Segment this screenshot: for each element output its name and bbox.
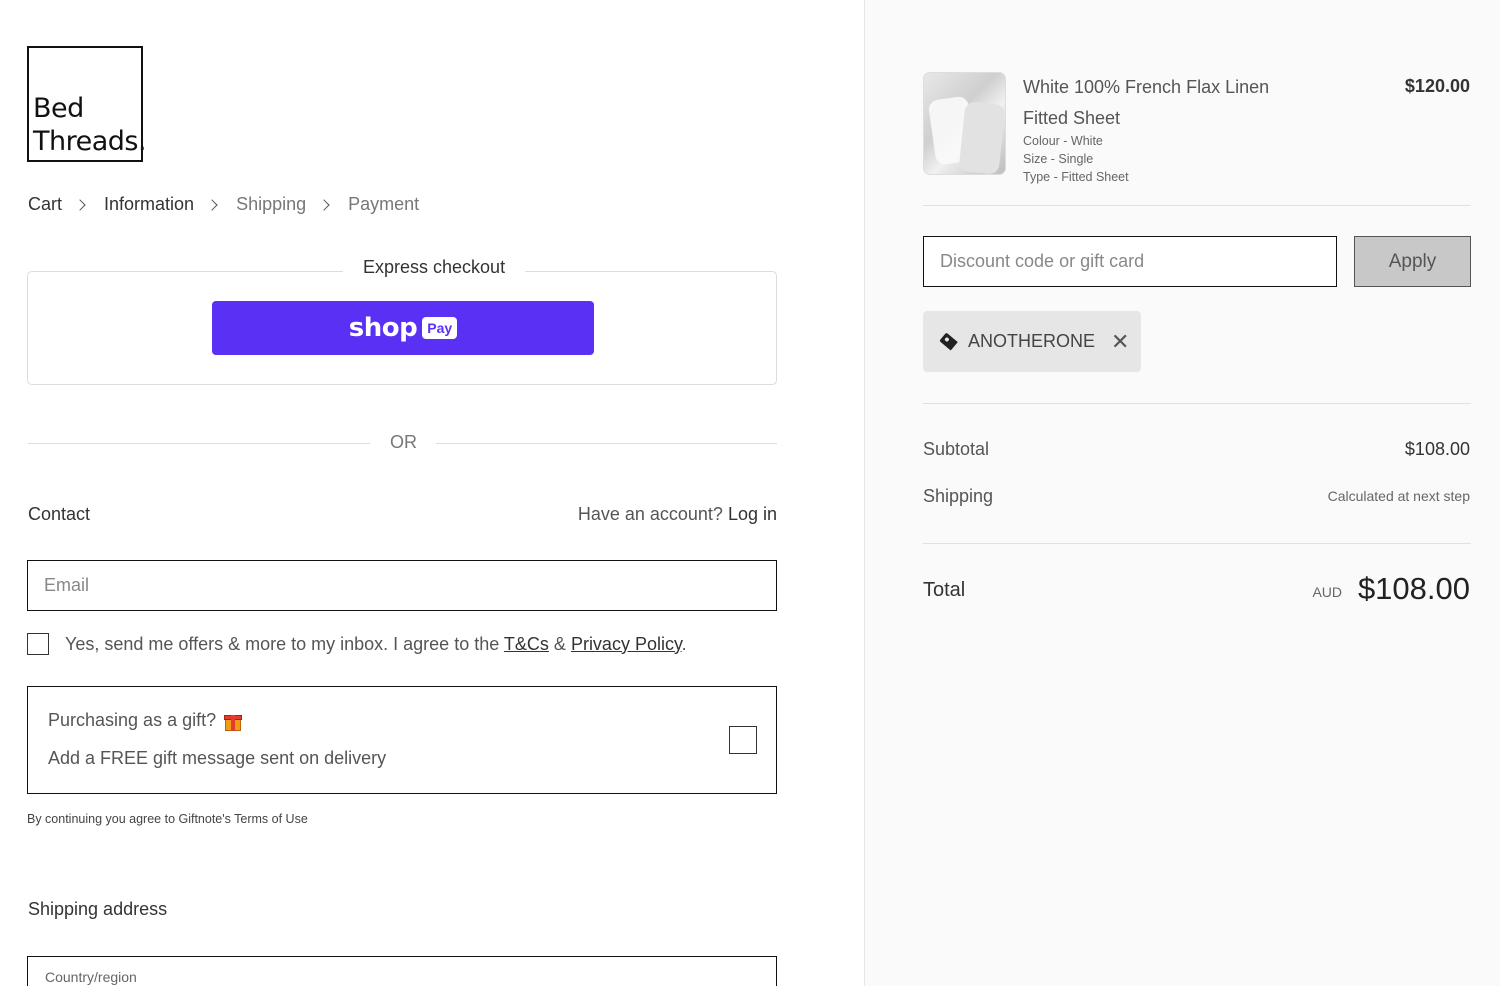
consent-text-main: Yes, send me offers & more to my inbox. … xyxy=(65,633,504,654)
product-thumbnail xyxy=(923,72,1006,175)
shop-pay-logo-word: shop xyxy=(348,313,418,343)
logo-line-2: Threads. xyxy=(33,126,147,157)
order-summary-panel: White 100% French Flax Linen Fitted Shee… xyxy=(864,0,1500,986)
express-checkout-title: Express checkout xyxy=(343,257,526,278)
shipping-cost-label: Shipping xyxy=(923,486,994,506)
product-price: $120.00 xyxy=(1404,76,1470,96)
breadcrumb-shipping: Shipping xyxy=(236,194,307,214)
total-amount: $108.00 xyxy=(1357,571,1470,606)
country-region-label: Country/region xyxy=(45,969,137,985)
summary-divider xyxy=(923,543,1471,544)
contact-heading: Contact xyxy=(28,504,91,524)
product-name: White 100% French Flax Linen Fitted Shee… xyxy=(1023,77,1270,128)
summary-divider xyxy=(923,205,1471,206)
country-region-select[interactable]: Country/region xyxy=(27,956,777,986)
applied-discount-code: ANOTHERONE xyxy=(968,331,1096,351)
gift-question: Purchasing as a gift? xyxy=(48,710,243,731)
discount-code-field[interactable] xyxy=(923,236,1337,287)
express-checkout-section: Express checkout shop Pay xyxy=(27,257,777,385)
consent-amp: & xyxy=(548,633,571,654)
checkout-main-panel: Bed Threads. Cart Information Shipping P… xyxy=(0,0,864,986)
giftnote-terms: By continuing you agree to Giftnote's Te… xyxy=(27,812,308,826)
subtotal-value: $108.00 xyxy=(1404,439,1470,459)
consent-period: . xyxy=(681,633,687,654)
chevron-right-icon xyxy=(74,198,86,211)
product-colour: Colour - White xyxy=(1023,134,1103,148)
gift-subtitle: Add a FREE gift message sent on delivery xyxy=(48,748,387,768)
product-size: Size - Single xyxy=(1023,152,1094,166)
chevron-right-icon xyxy=(318,198,330,211)
logo-line-1: Bed xyxy=(33,93,84,124)
apply-discount-button[interactable]: Apply xyxy=(1354,236,1471,287)
total-label: Total xyxy=(923,579,966,601)
breadcrumb-information: Information xyxy=(104,194,195,214)
shipping-address-heading: Shipping address xyxy=(28,899,168,919)
subtotal-label: Subtotal xyxy=(923,439,990,459)
consent-text: Yes, send me offers & more to my inbox. … xyxy=(65,634,687,655)
shop-pay-logo-badge: Pay xyxy=(422,317,458,339)
login-link[interactable]: Log in xyxy=(728,504,777,524)
remove-discount-close-icon[interactable]: ✕ xyxy=(1111,329,1129,355)
marketing-consent: Yes, send me offers & more to my inbox. … xyxy=(27,633,687,655)
breadcrumb: Cart Information Shipping Payment xyxy=(28,194,419,215)
or-divider-right xyxy=(436,443,777,444)
gift-icon xyxy=(224,711,243,731)
marketing-consent-checkbox[interactable] xyxy=(27,633,49,655)
or-divider-left xyxy=(28,443,370,444)
applied-discount-tag: ANOTHERONE ✕ xyxy=(923,311,1141,372)
gift-checkbox[interactable] xyxy=(729,726,757,754)
total-currency: AUD xyxy=(1312,584,1342,600)
summary-divider xyxy=(923,403,1471,404)
privacy-policy-link[interactable]: Privacy Policy xyxy=(571,634,682,654)
bed-threads-logo[interactable]: Bed Threads. xyxy=(27,46,147,162)
account-prompt: Have an account? Log in xyxy=(578,504,777,525)
price-tag-icon xyxy=(939,332,958,351)
account-prompt-text: Have an account? xyxy=(577,504,723,524)
or-divider-text: OR xyxy=(390,432,417,452)
gift-question-text: Purchasing as a gift? xyxy=(48,710,217,730)
breadcrumb-cart[interactable]: Cart xyxy=(28,194,62,215)
tcs-link[interactable]: T&Cs xyxy=(504,634,549,654)
breadcrumb-payment: Payment xyxy=(348,194,420,214)
product-type: Type - Fitted Sheet xyxy=(1023,170,1129,184)
chevron-right-icon xyxy=(206,198,218,211)
email-field[interactable] xyxy=(27,560,777,611)
shipping-cost-value: Calculated at next step xyxy=(1327,488,1470,504)
gift-option-box[interactable]: Purchasing as a gift? Add a FREE gift me… xyxy=(27,686,777,794)
shop-pay-button[interactable]: shop Pay xyxy=(212,301,594,355)
